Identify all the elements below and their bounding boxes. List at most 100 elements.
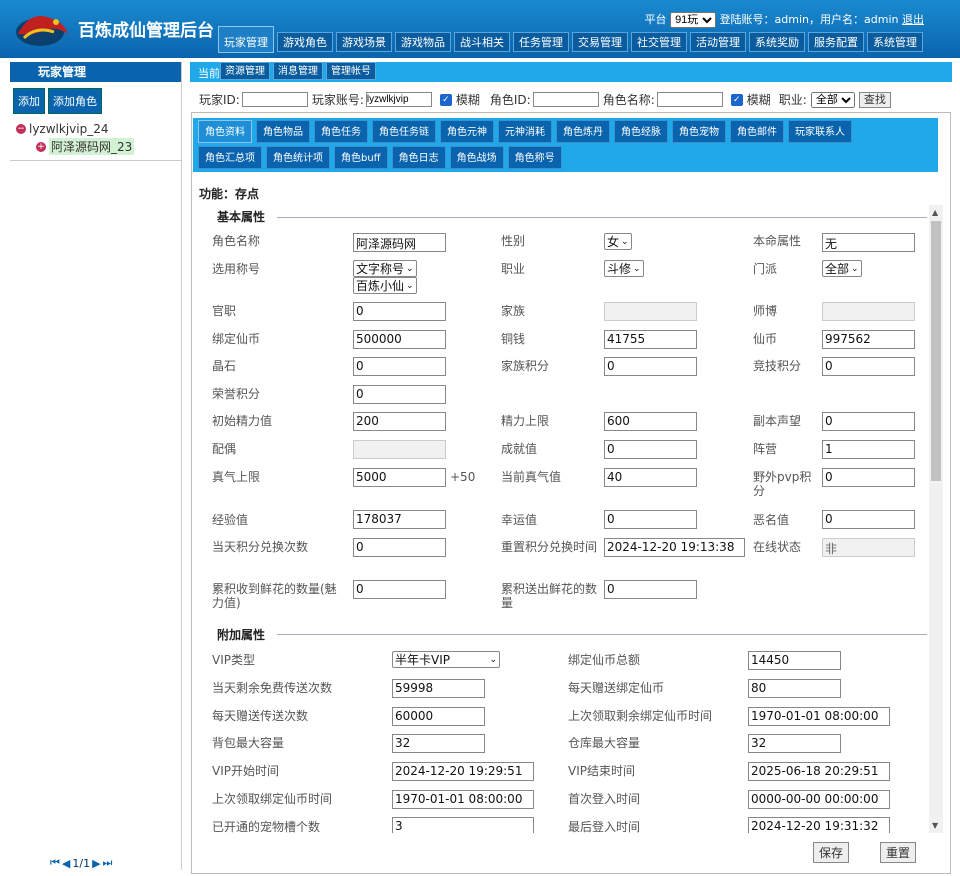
gender-select[interactable]: 女 ⌄ <box>604 233 632 250</box>
coin-field[interactable]: 997562 <box>822 330 915 349</box>
nav-item-12[interactable]: 系统管理 <box>867 32 923 52</box>
add-role-button[interactable]: 添加角色 <box>48 88 102 114</box>
evil-field[interactable]: 0 <box>822 510 915 529</box>
tab-6[interactable]: 元神消耗 <box>498 120 552 143</box>
last-page-icon[interactable]: ⏭ <box>103 856 113 870</box>
tab-7[interactable]: 角色炼丹 <box>556 120 610 143</box>
fuzzy-checkbox-1[interactable]: ✓ <box>439 93 452 106</box>
bag-max-field[interactable]: 32 <box>392 734 485 753</box>
platform-select[interactable]: 91玩 <box>670 12 717 28</box>
nav-item-2[interactable]: 游戏角色 <box>277 32 333 52</box>
tab-10[interactable]: 角色邮件 <box>730 120 784 143</box>
pvp-points-field[interactable]: 0 <box>822 468 915 487</box>
dungeon-fame-field[interactable]: 0 <box>822 412 915 431</box>
prev-page-icon[interactable]: ◀ <box>62 857 70 870</box>
family-points-field[interactable]: 0 <box>604 357 697 376</box>
role-id-input[interactable] <box>532 92 599 107</box>
add-button[interactable]: 添加 <box>13 88 45 114</box>
tab-2[interactable]: 角色物品 <box>256 120 310 143</box>
init-energy-field[interactable]: 200 <box>353 412 446 431</box>
logout-link[interactable]: 退出 <box>902 13 924 26</box>
store-max-field[interactable]: 32 <box>748 734 841 753</box>
save-button[interactable]: 保存 <box>813 842 850 863</box>
tree-node-role[interactable]: + 阿泽源码网_23 <box>36 138 181 155</box>
reset-button[interactable]: 重置 <box>880 842 917 863</box>
tab-row2-3[interactable]: 角色buff <box>334 146 388 169</box>
subnav-item-1[interactable]: 资源管理 <box>220 62 270 80</box>
copper-field[interactable]: 41755 <box>604 330 697 349</box>
flowers-received-field[interactable]: 0 <box>353 580 446 599</box>
title-select[interactable]: 百炼小仙 ⌄ <box>353 277 417 294</box>
last-bind-time-field[interactable]: 1970-01-01 08:00:00 <box>392 790 534 809</box>
pet-slots-field[interactable]: 3 <box>392 817 534 833</box>
tab-5[interactable]: 角色元神 <box>440 120 494 143</box>
crystal-field[interactable]: 0 <box>353 357 446 376</box>
tab-row2-4[interactable]: 角色日志 <box>391 146 446 169</box>
camp-field[interactable]: 1 <box>822 440 915 459</box>
role-name-field[interactable]: 阿泽源码网 <box>353 233 446 252</box>
nav-item-3[interactable]: 游戏场景 <box>336 32 392 52</box>
tab-9[interactable]: 角色宠物 <box>672 120 726 143</box>
vip-start-field[interactable]: 2024-12-20 19:29:51 <box>392 762 534 781</box>
player-account-input[interactable] <box>365 92 432 107</box>
last-login-field[interactable]: 2024-12-20 19:31:32 <box>748 817 890 833</box>
subnav-item-3[interactable]: 管理帐号 <box>326 62 376 80</box>
nav-item-7[interactable]: 交易管理 <box>572 32 628 52</box>
tree-node-player[interactable]: − lyzwlkjvip_24 <box>16 122 181 136</box>
nav-item-4[interactable]: 游戏物品 <box>395 32 451 52</box>
nav-item-1[interactable]: 玩家管理 <box>218 26 274 53</box>
tab-row2-5[interactable]: 角色战场 <box>449 146 504 169</box>
exchange-count-field[interactable]: 0 <box>353 538 446 557</box>
subnav-item-2[interactable]: 消息管理 <box>273 62 323 80</box>
reset-time-field[interactable]: 2024-12-20 19:13:38 <box>604 538 745 557</box>
honor-field[interactable]: 0 <box>353 385 446 404</box>
nav-item-6[interactable]: 任务管理 <box>513 32 569 52</box>
tab-1[interactable]: 角色资料 <box>198 120 252 143</box>
tab-3[interactable]: 角色任务 <box>314 120 368 143</box>
search-button[interactable]: 查找 <box>858 91 891 108</box>
official-field[interactable]: 0 <box>353 302 446 321</box>
qi-max-field[interactable]: 5000 <box>353 468 446 487</box>
tab-8[interactable]: 角色经脉 <box>614 120 668 143</box>
exp-field[interactable]: 178037 <box>353 510 446 529</box>
flowers-sent-field[interactable]: 0 <box>604 580 697 599</box>
nav-item-10[interactable]: 系统奖励 <box>749 32 805 52</box>
title-type-select[interactable]: 文字称号 ⌄ <box>353 260 417 277</box>
tab-row2-1[interactable]: 角色汇总项 <box>198 146 262 169</box>
daily-bind-field[interactable]: 80 <box>748 679 841 698</box>
next-page-icon[interactable]: ▶ <box>92 857 100 870</box>
scroll-thumb[interactable] <box>931 221 941 481</box>
sect-select[interactable]: 全部 ⌄ <box>822 260 862 277</box>
luck-field[interactable]: 0 <box>604 510 697 529</box>
nav-item-5[interactable]: 战斗相关 <box>454 32 510 52</box>
first-page-icon[interactable]: ⏮ <box>50 856 60 870</box>
bind-coin-field[interactable]: 500000 <box>353 330 446 349</box>
last-remain-time-field[interactable]: 1970-01-01 08:00:00 <box>748 707 890 726</box>
achievement-field[interactable]: 0 <box>604 440 697 459</box>
tab-row2-2[interactable]: 角色统计项 <box>266 146 330 169</box>
vip-type-select[interactable]: 半年卡VIP ⌄ <box>392 651 500 668</box>
nav-item-8[interactable]: 社交管理 <box>631 32 687 52</box>
player-id-input[interactable] <box>241 92 308 107</box>
nav-item-11[interactable]: 服务配置 <box>808 32 864 52</box>
collapse-icon[interactable]: − <box>16 124 26 134</box>
fuzzy-checkbox-2[interactable]: ✓ <box>730 93 743 106</box>
job-select[interactable]: 全部 <box>810 91 855 108</box>
role-name-input[interactable] <box>656 92 723 107</box>
tree-node-label[interactable]: lyzwlkjvip_24 <box>29 122 109 136</box>
tab-4[interactable]: 角色任务链 <box>372 120 436 143</box>
expand-icon[interactable]: + <box>36 141 46 152</box>
scroll-down-icon[interactable]: ▼ <box>932 821 938 830</box>
current-qi-field[interactable]: 40 <box>604 468 697 487</box>
arena-points-field[interactable]: 0 <box>822 357 915 376</box>
tab-row2-6[interactable]: 角色称号 <box>507 146 562 169</box>
vip-end-field[interactable]: 2025-06-18 20:29:51 <box>748 762 890 781</box>
tab-11[interactable]: 玩家联系人 <box>788 120 852 143</box>
tree-node-label[interactable]: 阿泽源码网_23 <box>49 138 135 155</box>
form-scrollbar[interactable]: ▲ ▼ <box>929 205 943 833</box>
scroll-up-icon[interactable]: ▲ <box>932 208 938 217</box>
first-login-field[interactable]: 0000-00-00 00:00:00 <box>748 790 890 809</box>
job-field-select[interactable]: 斗修 ⌄ <box>604 260 644 277</box>
daily-teleport-field[interactable]: 60000 <box>392 707 485 726</box>
free-teleport-field[interactable]: 59998 <box>392 679 485 698</box>
